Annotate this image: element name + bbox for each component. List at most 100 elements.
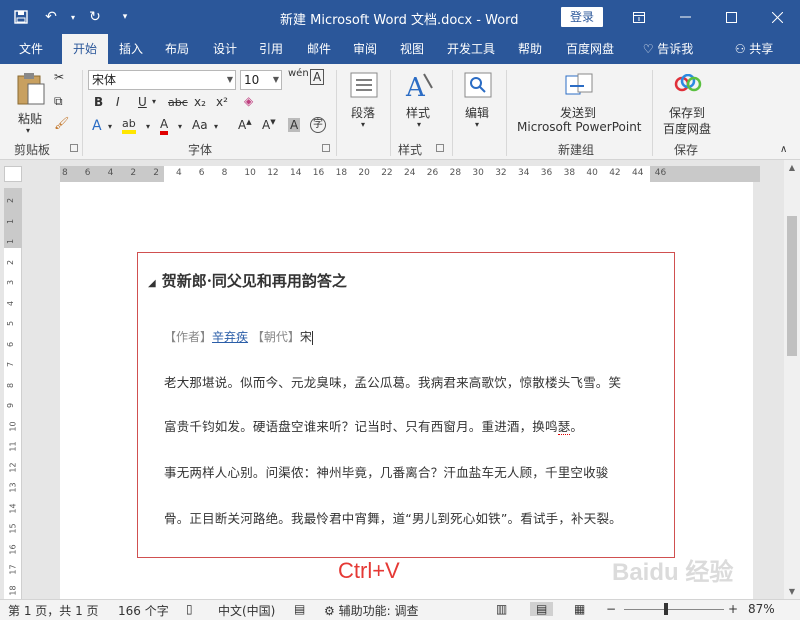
tell-me-box[interactable]: ♡ 告诉我 — [632, 34, 704, 64]
text-effects-icon[interactable]: A — [92, 118, 102, 134]
proofing-icon[interactable]: ▯ — [186, 602, 193, 616]
poem-line-4[interactable]: 骨。正目断关河路绝。我最怜君中宵舞，道“男儿到死心如铁”。看试手，补天裂。 — [164, 508, 622, 527]
print-layout-icon[interactable]: ▤ — [530, 602, 554, 616]
strikethrough-icon[interactable]: abc — [168, 96, 188, 109]
paragraph-button[interactable]: 段落 ▾ — [344, 70, 384, 136]
language-status[interactable]: 中文(中国) — [218, 602, 275, 619]
poem-heading[interactable]: ◢ 贺新郎·同父见和再用韵答之 — [148, 270, 347, 291]
undo-icon[interactable]: ↶ — [38, 6, 64, 28]
char-border-icon[interactable]: A — [310, 69, 325, 85]
paste-button[interactable]: 粘贴 ▾ — [12, 70, 50, 138]
tab-selector[interactable] — [4, 166, 22, 182]
shrink-font-icon[interactable]: A▼ — [262, 118, 276, 132]
web-layout-icon[interactable]: ▦ — [574, 602, 585, 616]
char-shading-icon[interactable]: A — [288, 118, 301, 132]
text-effects-dropdown-icon[interactable]: ▾ — [108, 122, 112, 131]
minimize-icon[interactable] — [662, 0, 708, 34]
author-link[interactable]: 辛弃疾 — [212, 330, 248, 344]
spelling-error[interactable]: 瑟 — [557, 419, 571, 435]
tab-references[interactable]: 引用 — [250, 34, 292, 64]
underline-dropdown-icon[interactable]: ▾ — [152, 97, 156, 106]
styles-launcher-icon[interactable] — [436, 144, 444, 152]
collapse-triangle-icon[interactable]: ◢ — [148, 278, 156, 289]
word-count[interactable]: 166 个字 — [118, 602, 169, 619]
change-case-dropdown-icon[interactable]: ▾ — [214, 122, 218, 131]
editing-button[interactable]: 编辑 ▾ — [458, 70, 498, 136]
vertical-ruler[interactable]: 2 1 1 2 3 4 5 6 7 8 9 10 11 12 13 14 15 16 17 18 — [4, 188, 22, 600]
send-to-label: 发送到 — [560, 106, 597, 120]
poem-line-2[interactable]: 富贵千钧如发。硬语盘空谁来听？记当时、只有西窗月。重进酒，换鸣瑟。 — [164, 416, 583, 435]
page[interactable]: ◢ 贺新郎·同父见和再用韵答之 【作者】辛弃疾 【朝代】宋 老大那堪说。似而今、元… — [60, 182, 753, 600]
clear-formatting-icon[interactable]: ◈ — [244, 94, 253, 108]
font-color-dropdown-icon[interactable]: ▾ — [178, 122, 182, 131]
grow-font-icon[interactable]: A▲ — [238, 118, 252, 132]
tab-review[interactable]: 审阅 — [344, 34, 386, 64]
page-count[interactable]: 第 1 页，共 1 页 — [8, 602, 99, 619]
ruler-tick-label: 6 — [6, 341, 16, 347]
zoom-level[interactable]: 87% — [748, 602, 775, 616]
tab-help[interactable]: 帮助 — [508, 34, 552, 64]
tab-baidu-netdisk[interactable]: 百度网盘 — [558, 34, 622, 64]
font-launcher-icon[interactable] — [322, 144, 330, 152]
vertical-scrollbar[interactable]: ▲ ▼ — [784, 160, 800, 600]
ruler-tick-label: 17 — [8, 564, 18, 575]
scroll-up-icon[interactable]: ▲ — [784, 160, 800, 176]
tab-layout[interactable]: 布局 — [156, 34, 198, 64]
author-line[interactable]: 【作者】辛弃疾 【朝代】宋 — [164, 328, 313, 345]
change-case-icon[interactable]: Aa — [192, 118, 208, 132]
save-icon[interactable] — [8, 6, 34, 28]
font-color-icon[interactable]: A — [160, 117, 169, 135]
accessibility-status[interactable]: ⚙ 辅助功能: 调查 — [324, 602, 418, 619]
macro-record-icon[interactable]: ▤ — [294, 602, 305, 616]
redo-icon[interactable]: ↻ — [82, 6, 108, 28]
zoom-slider[interactable] — [624, 609, 724, 610]
font-size-combo[interactable]: 10 ▼ — [240, 70, 282, 90]
format-painter-icon[interactable]: 🖌 — [54, 116, 69, 130]
subscript-icon[interactable]: x₂ — [194, 95, 206, 109]
phonetic-guide-icon[interactable]: wén — [288, 68, 309, 79]
save-to-baidu-button[interactable]: 保存到 百度网盘 — [660, 70, 716, 136]
highlight-dropdown-icon[interactable]: ▾ — [146, 122, 150, 131]
collapse-ribbon-icon[interactable]: ∧ — [780, 144, 787, 155]
zoom-in-icon[interactable]: + — [728, 602, 738, 616]
customize-qat-icon[interactable]: ▾ — [112, 6, 138, 28]
ribbon-display-options-icon[interactable] — [616, 0, 662, 34]
underline-icon[interactable]: U — [138, 95, 147, 109]
italic-icon[interactable]: I — [116, 95, 120, 109]
undo-dropdown-icon[interactable]: ▾ — [68, 6, 78, 28]
cut-icon[interactable]: ✂ — [54, 70, 64, 84]
tab-file[interactable]: 文件 — [8, 34, 54, 64]
read-mode-icon[interactable]: ▥ — [496, 602, 507, 616]
document-area: ◢ 贺新郎·同父见和再用韵答之 【作者】辛弃疾 【朝代】宋 老大那堪说。似而今、元… — [24, 182, 784, 600]
poem-line-1[interactable]: 老大那堪说。似而今、元龙臭味，孟公瓜葛。我病君来高歌饮，惊散楼头飞雪。笑 — [164, 372, 621, 391]
tab-design[interactable]: 设计 — [204, 34, 246, 64]
highlight-icon[interactable]: ab — [122, 117, 136, 134]
search-icon — [464, 72, 492, 98]
poem-line-3[interactable]: 事无两样人心别。问渠侬：神州毕竟，几番离合？汗血盐车无人顾，千里空收骏 — [164, 462, 609, 481]
scroll-thumb[interactable] — [787, 216, 797, 356]
login-button[interactable]: 登录 — [561, 7, 603, 27]
maximize-icon[interactable] — [708, 0, 754, 34]
font-name-combo[interactable]: 宋体 ▼ — [88, 70, 236, 90]
clipboard-launcher-icon[interactable] — [70, 144, 78, 152]
bold-icon[interactable]: B — [94, 95, 103, 109]
superscript-icon[interactable]: x² — [216, 95, 228, 109]
tab-home[interactable]: 开始 — [62, 34, 108, 64]
paste-dropdown-icon[interactable]: ▾ — [26, 126, 30, 135]
close-icon[interactable] — [754, 0, 800, 34]
copy-icon[interactable]: ⧉ — [54, 94, 63, 109]
horizontal-ruler[interactable]: 8 6 4 2 2 4 6 8 10 12 14 16 18 20 22 24 26 28 30 32 34 36 38 40… — [60, 166, 760, 182]
enclose-char-icon[interactable]: 字 — [310, 117, 326, 133]
tab-view[interactable]: 视图 — [391, 34, 433, 64]
send-to-powerpoint-button[interactable]: 发送到 Microsoft PowerPoint — [514, 70, 648, 136]
share-button[interactable]: ⚇ 共享 — [728, 34, 780, 64]
ruler-tick-label: 3 — [6, 279, 16, 286]
zoom-slider-thumb[interactable] — [664, 603, 668, 615]
styles-button[interactable]: A 样式 ▾ — [398, 70, 440, 136]
tab-developer[interactable]: 开发工具 — [440, 34, 502, 64]
poem-line-2-text: 富贵千钧如发。硬语盘空谁来听？记当时、只有西窗月。重进酒，换鸣 — [164, 419, 558, 434]
tab-mailings[interactable]: 邮件 — [298, 34, 340, 64]
scroll-down-icon[interactable]: ▼ — [784, 584, 800, 600]
tab-insert[interactable]: 插入 — [110, 34, 152, 64]
zoom-out-icon[interactable]: − — [606, 602, 616, 616]
